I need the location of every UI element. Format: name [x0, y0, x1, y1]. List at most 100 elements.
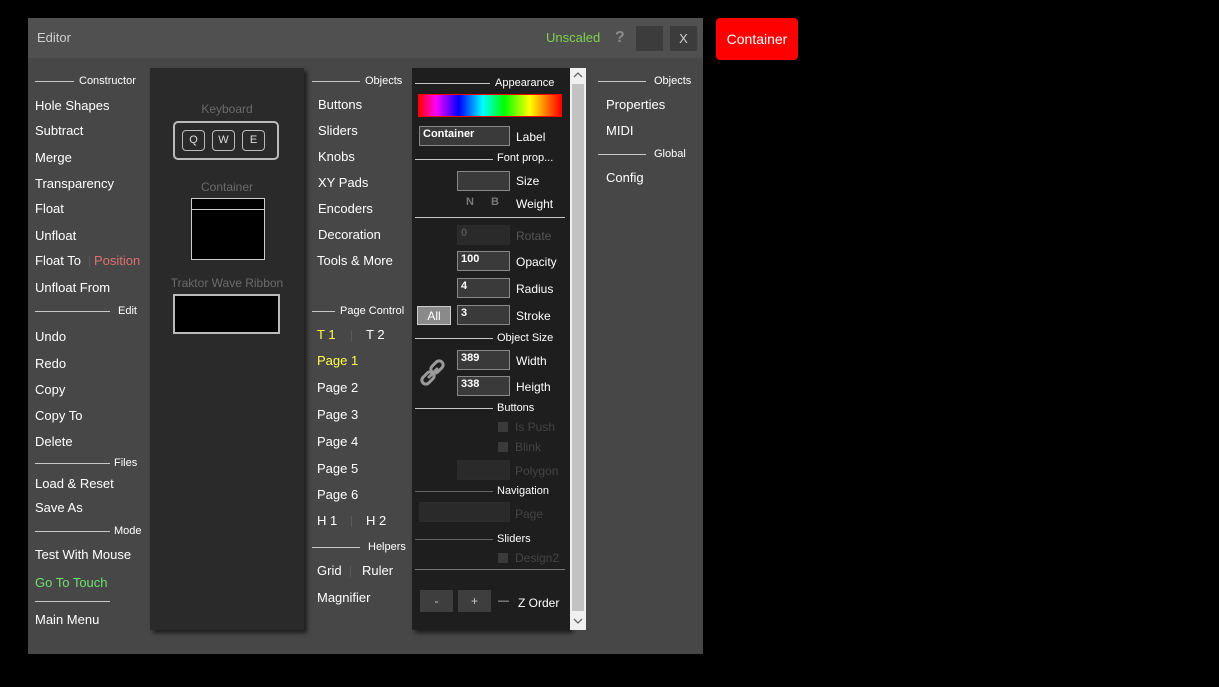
page-6-item[interactable]: Page 6 — [317, 487, 358, 503]
design2-caption: Design2 — [515, 551, 560, 565]
stroke-input-value: 3 — [461, 307, 468, 319]
container-float-label: Container — [726, 31, 788, 47]
window-title: Editor — [37, 30, 71, 45]
divider — [35, 601, 110, 602]
page-1-item[interactable]: Page 1 — [317, 353, 358, 369]
plus-icon: + — [470, 594, 478, 608]
all-button[interactable]: All — [417, 306, 451, 325]
test-with-mouse-item[interactable]: Test With Mouse — [35, 547, 131, 563]
tools-more-item[interactable]: Tools & More — [317, 253, 393, 269]
wave-ribbon-label: Traktor Wave Ribbon — [170, 276, 284, 290]
minimize-button[interactable] — [636, 26, 663, 51]
tab-h1[interactable]: H 1 — [317, 513, 337, 529]
xy-pads-item[interactable]: XY Pads — [318, 175, 368, 191]
copy-to-item[interactable]: Copy To — [35, 408, 82, 424]
go-to-touch-item[interactable]: Go To Touch — [35, 575, 108, 591]
rotate-input: 0 — [457, 225, 510, 245]
section-right-objects: Objects — [654, 75, 692, 87]
tab-t2[interactable]: T 2 — [366, 327, 385, 343]
properties-item[interactable]: Properties — [606, 97, 665, 113]
section-helpers: Helpers — [368, 541, 406, 553]
copy-item[interactable]: Copy — [35, 382, 65, 398]
z-order-down-button[interactable]: - — [420, 590, 453, 612]
constructor-column: Constructor Hole Shapes Subtract Merge T… — [28, 58, 148, 654]
grid-item[interactable]: Grid — [317, 563, 342, 579]
polygon-caption: Polygon — [515, 464, 559, 478]
widget-palette: Keyboard Q W E Container Traktor Wave Ri… — [150, 68, 304, 630]
key-w[interactable]: W — [212, 130, 235, 151]
main-menu-item[interactable]: Main Menu — [35, 612, 99, 628]
minus-icon: - — [434, 594, 439, 608]
label-input[interactable]: Container — [419, 126, 510, 146]
buttons-item[interactable]: Buttons — [318, 97, 362, 113]
midi-item[interactable]: MIDI — [606, 123, 633, 139]
scale-status[interactable]: Unscaled — [546, 30, 600, 46]
decoration-item[interactable]: Decoration — [318, 227, 381, 243]
sliders-item[interactable]: Sliders — [318, 123, 358, 139]
float-to-item[interactable]: Float To — [35, 253, 81, 269]
weight-bold-option[interactable]: B — [491, 196, 499, 208]
help-icon[interactable]: ? — [615, 29, 625, 47]
config-item[interactable]: Config — [606, 170, 644, 186]
wave-ribbon-widget[interactable] — [173, 294, 280, 334]
float-item[interactable]: Float — [35, 201, 64, 217]
properties-scrollbar[interactable] — [570, 68, 586, 630]
scroll-down-icon[interactable] — [573, 617, 583, 625]
polygon-input — [457, 460, 510, 480]
size-input[interactable] — [457, 171, 510, 191]
page-5-item[interactable]: Page 5 — [317, 461, 358, 477]
label-input-value: Container — [423, 128, 475, 140]
weight-normal-option[interactable]: N — [466, 196, 474, 208]
page-3-item[interactable]: Page 3 — [317, 407, 358, 423]
subtract-item[interactable]: Subtract — [35, 123, 83, 139]
radius-input[interactable]: 4 — [457, 278, 510, 298]
key-e[interactable]: E — [242, 130, 265, 151]
position-item[interactable]: Position — [94, 253, 140, 269]
keyboard-label: Keyboard — [201, 102, 253, 116]
load-reset-item[interactable]: Load & Reset — [35, 476, 114, 492]
transparency-item[interactable]: Transparency — [35, 176, 114, 192]
divider — [312, 81, 360, 82]
color-picker[interactable] — [418, 94, 562, 117]
divider — [35, 463, 110, 464]
section-object-size: Object Size — [497, 332, 554, 344]
divider — [312, 311, 335, 312]
ruler-item[interactable]: Ruler — [362, 563, 393, 579]
save-as-item[interactable]: Save As — [35, 500, 83, 516]
divider — [415, 217, 565, 218]
right-menu-column: Objects Properties MIDI Global Config — [594, 58, 699, 654]
unfloat-from-item[interactable]: Unfloat From — [35, 280, 110, 296]
rotate-input-value: 0 — [461, 227, 468, 239]
divider — [89, 256, 90, 267]
close-button[interactable]: X — [670, 26, 697, 51]
magnifier-item[interactable]: Magnifier — [317, 590, 370, 606]
keyboard-widget[interactable]: Q W E — [173, 121, 279, 160]
z-order-up-button[interactable]: + — [458, 590, 491, 612]
hole-shapes-item[interactable]: Hole Shapes — [35, 98, 109, 114]
undo-item[interactable]: Undo — [35, 329, 66, 345]
unfloat-item[interactable]: Unfloat — [35, 228, 76, 244]
container-widget[interactable] — [191, 198, 265, 260]
delete-item[interactable]: Delete — [35, 434, 73, 450]
stroke-input[interactable]: 3 — [457, 305, 510, 325]
encoders-item[interactable]: Encoders — [318, 201, 373, 217]
opacity-input[interactable]: 100 — [457, 251, 510, 271]
divider — [415, 159, 493, 160]
section-objects: Objects — [365, 75, 403, 87]
merge-item[interactable]: Merge — [35, 150, 72, 166]
divider — [351, 516, 352, 527]
width-input[interactable]: 389 — [457, 350, 510, 370]
height-input[interactable]: 338 — [457, 376, 510, 396]
knobs-item[interactable]: Knobs — [318, 149, 355, 165]
scrollbar-thumb[interactable] — [572, 84, 584, 611]
tab-t1[interactable]: T 1 — [317, 327, 336, 343]
tab-h2[interactable]: H 2 — [366, 513, 386, 529]
key-q[interactable]: Q — [182, 130, 205, 151]
link-icon[interactable] — [418, 358, 448, 388]
section-mode: Mode — [114, 525, 142, 537]
redo-item[interactable]: Redo — [35, 356, 66, 372]
page-4-item[interactable]: Page 4 — [317, 434, 358, 450]
container-float-button[interactable]: Container — [716, 18, 798, 60]
scroll-up-icon[interactable] — [573, 71, 583, 79]
page-2-item[interactable]: Page 2 — [317, 380, 358, 396]
